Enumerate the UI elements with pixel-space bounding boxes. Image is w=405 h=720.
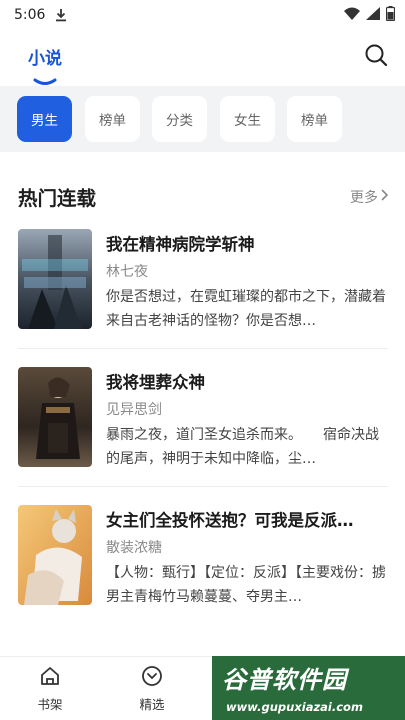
search-button[interactable]	[361, 42, 391, 72]
category-chip-bar: 男生 榜单 分类 女生 榜单	[0, 86, 405, 152]
download-icon	[55, 8, 67, 22]
book-description: 【人物：甄行】【定位：反派】【主要戏份：掳男主青梅竹马赖蔓蔓、夺男主…	[106, 565, 386, 605]
home-icon	[39, 665, 61, 690]
book-item[interactable]: 女主们全投怀送抱？可我是反派… 散装浓糖 【人物：甄行】【定位：反派】【主要戏份…	[18, 505, 388, 625]
search-icon	[364, 43, 388, 71]
book-title[interactable]: 我将埋葬众神	[106, 369, 388, 393]
book-cover	[18, 229, 92, 329]
top-bar: 小说	[0, 30, 405, 86]
book-author: 散装浓糖	[106, 540, 162, 556]
book-cover	[18, 367, 92, 467]
chip-category[interactable]: 分类	[152, 96, 207, 142]
signal-icon	[366, 6, 380, 24]
status-bar: 5:06	[0, 0, 405, 30]
book-author: 林七夜	[106, 264, 148, 280]
tab-active-indicator	[33, 71, 57, 85]
book-title[interactable]: 我在精神病院学斩神	[106, 231, 388, 255]
nav-bookshelf[interactable]: 书架	[20, 665, 80, 715]
divider	[18, 486, 388, 487]
divider	[18, 348, 388, 349]
book-item[interactable]: 我将埋葬众神 见异思剑 暴雨之夜，道门圣女追杀而来。 宿命决战的尾声，神明于未知…	[18, 367, 388, 487]
more-label: 更多	[350, 190, 378, 206]
chip-ranking[interactable]: 榜单	[85, 96, 140, 142]
watermark-url: www.gupuxiazai.com	[226, 700, 363, 714]
book-item[interactable]: 我在精神病院学斩神 林七夜 你是否想过，在霓虹璀璨的都市之下，潜藏着来自古老神话…	[18, 229, 388, 349]
section-title: 热门连载	[18, 187, 97, 210]
chip-male[interactable]: 男生	[17, 96, 72, 142]
status-time: 5:06	[14, 7, 46, 23]
book-title[interactable]: 女主们全投怀送抱？可我是反派…	[106, 507, 388, 531]
book-description: 你是否想过，在霓虹璀璨的都市之下，潜藏着来自古老神话的怪物？你是否想…	[106, 289, 386, 329]
book-author: 见异思剑	[106, 402, 162, 418]
watermark-title: 谷普软件园	[222, 666, 347, 694]
chip-female[interactable]: 女生	[220, 96, 275, 142]
book-cover	[18, 505, 92, 605]
nav-featured[interactable]: 精选	[122, 665, 182, 715]
wifi-icon	[344, 7, 360, 24]
book-description: 暴雨之夜，道门圣女追杀而来。 宿命决战的尾声，神明于未知中降临，尘…	[106, 427, 379, 467]
nav-label: 书架	[37, 697, 63, 712]
nav-label: 精选	[139, 697, 165, 712]
chevron-right-icon	[380, 188, 389, 206]
tab-novel[interactable]: 小说	[28, 44, 62, 69]
more-button[interactable]: 更多	[350, 187, 389, 207]
watermark-logo: 谷普软件园 www.gupuxiazai.com	[212, 656, 405, 720]
chip-ranking-2[interactable]: 榜单	[287, 96, 342, 142]
battery-icon	[385, 5, 396, 25]
discover-icon	[141, 665, 163, 690]
